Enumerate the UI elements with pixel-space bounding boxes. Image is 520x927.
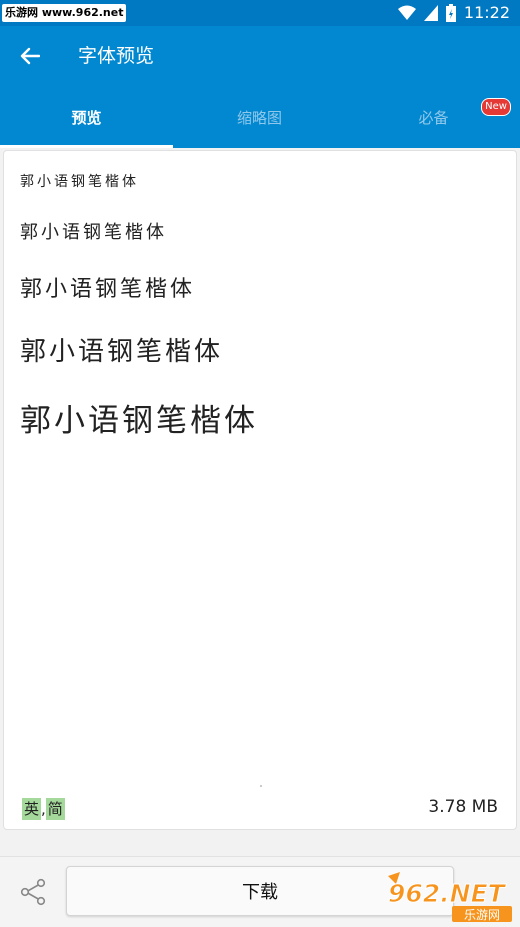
sample-text-sm: 郭小语钢笔楷体 <box>20 222 167 243</box>
watermark-text: 乐游网 www.962.net <box>2 4 127 22</box>
tab-bar: 预览 缩略图 必备 New <box>0 86 520 148</box>
share-icon <box>20 878 46 906</box>
tab-essentials[interactable]: 必备 <box>347 86 520 148</box>
lang-tag-simplified: 简 <box>45 798 65 820</box>
tab-indicator <box>0 145 173 148</box>
tab-thumbnail-label: 缩略图 <box>236 108 282 127</box>
file-size: 3.78 MB <box>428 797 498 817</box>
back-button[interactable] <box>14 40 46 72</box>
wifi-icon <box>397 5 416 20</box>
font-preview-card: 郭小语钢笔楷体 郭小语钢笔楷体 郭小语钢笔楷体 郭小语钢笔楷体 郭小语钢笔楷体 … <box>3 150 517 830</box>
app-bar: 字体预览 <box>0 26 520 86</box>
divider-dot <box>260 785 262 787</box>
new-badge: New <box>481 98 511 116</box>
page-title: 字体预览 <box>78 45 155 67</box>
sample-text-md: 郭小语钢笔楷体 <box>20 277 196 302</box>
status-time: 11:22 <box>463 3 510 22</box>
status-icons: 11:22 <box>397 3 510 23</box>
share-button[interactable] <box>18 877 48 907</box>
battery-icon <box>445 4 456 22</box>
lang-tag-english: 英 <box>22 798 42 820</box>
tab-thumbnail[interactable]: 缩略图 <box>173 86 346 148</box>
language-tags: 英 , 简 <box>22 798 65 820</box>
tab-preview-label: 预览 <box>71 108 102 127</box>
tab-preview[interactable]: 预览 <box>0 86 173 148</box>
tab-essentials-label: 必备 <box>418 108 449 127</box>
download-label: 下载 <box>242 882 278 903</box>
sample-text-xs: 郭小语钢笔楷体 <box>20 174 139 190</box>
watermark-logo: 962.NET 乐游网 <box>388 872 512 922</box>
arrow-left-icon <box>20 47 40 65</box>
signal-icon <box>423 5 438 21</box>
status-bar: 乐游网 www.962.net 11:22 <box>0 0 520 26</box>
watermark-logo-subtext: 乐游网 <box>464 908 500 922</box>
watermark-logo-text: 962.NET <box>388 879 507 908</box>
sample-text-lg: 郭小语钢笔楷体 <box>20 337 224 367</box>
sample-text-xl: 郭小语钢笔楷体 <box>20 403 258 439</box>
